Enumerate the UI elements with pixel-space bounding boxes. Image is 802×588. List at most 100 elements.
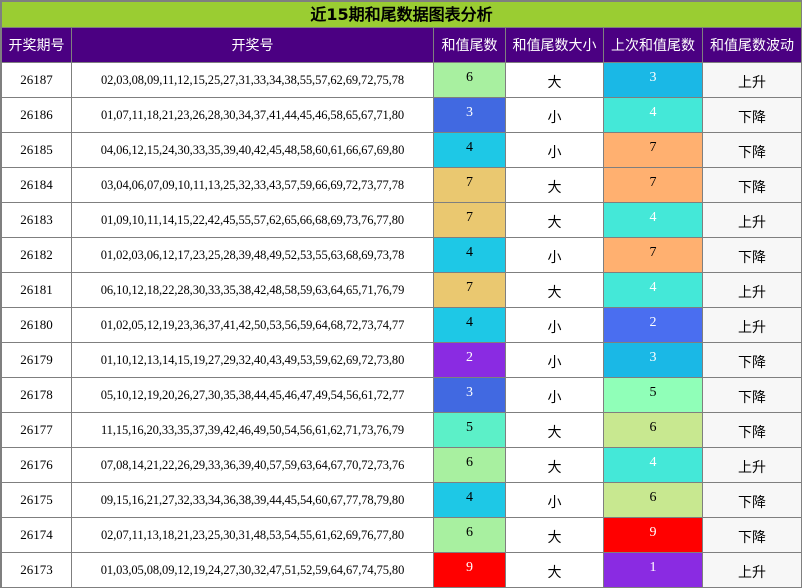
period-cell: 26183 bbox=[1, 202, 72, 238]
trend-cell: 上升 bbox=[702, 447, 802, 483]
header-trend: 和值尾数波动 bbox=[702, 27, 802, 63]
table-row: 26182 01,02,03,06,12,17,23,25,28,39,48,49… bbox=[1, 237, 802, 273]
period-cell: 26178 bbox=[1, 377, 72, 413]
period-cell: 26176 bbox=[1, 447, 72, 483]
period-cell: 26177 bbox=[1, 412, 72, 448]
size-cell: 大 bbox=[505, 272, 604, 308]
prev-tail-cell: 9 bbox=[603, 517, 703, 553]
size-cell: 小 bbox=[505, 342, 604, 378]
period-cell: 26185 bbox=[1, 132, 72, 168]
title-row: 近15期和尾数据图表分析 bbox=[1, 1, 802, 28]
trend-cell: 下降 bbox=[702, 412, 802, 448]
size-cell: 大 bbox=[505, 517, 604, 553]
trend-cell: 上升 bbox=[702, 202, 802, 238]
prev-tail-cell: 7 bbox=[603, 132, 703, 168]
header-row: 开奖期号 开奖号 和值尾数 和值尾数大小 上次和值尾数 和值尾数波动 bbox=[1, 27, 802, 63]
table-row: 26183 01,09,10,11,14,15,22,42,45,55,57,62… bbox=[1, 202, 802, 238]
size-cell: 大 bbox=[505, 412, 604, 448]
table-row: 26175 09,15,16,21,27,32,33,34,36,38,39,44… bbox=[1, 482, 802, 518]
numbers-cell: 07,08,14,21,22,26,29,33,36,39,40,57,59,6… bbox=[71, 447, 434, 483]
tail-cell: 6 bbox=[433, 447, 506, 483]
prev-tail-cell: 3 bbox=[603, 62, 703, 98]
period-cell: 26182 bbox=[1, 237, 72, 273]
numbers-cell: 09,15,16,21,27,32,33,34,36,38,39,44,45,5… bbox=[71, 482, 434, 518]
tail-cell: 6 bbox=[433, 62, 506, 98]
size-cell: 大 bbox=[505, 62, 604, 98]
period-cell: 26175 bbox=[1, 482, 72, 518]
period-cell: 26187 bbox=[1, 62, 72, 98]
header-period: 开奖期号 bbox=[1, 27, 72, 63]
table-row: 26178 05,10,12,19,20,26,27,30,35,38,44,45… bbox=[1, 377, 802, 413]
period-cell: 26181 bbox=[1, 272, 72, 308]
period-cell: 26174 bbox=[1, 517, 72, 553]
size-cell: 大 bbox=[505, 552, 604, 588]
header-size: 和值尾数大小 bbox=[505, 27, 604, 63]
period-cell: 26180 bbox=[1, 307, 72, 343]
trend-cell: 上升 bbox=[702, 272, 802, 308]
prev-tail-cell: 1 bbox=[603, 552, 703, 588]
chart-table-container: 近15期和尾数据图表分析 开奖期号 开奖号 和值尾数 和值尾数大小 上次和值尾数… bbox=[0, 0, 802, 588]
tail-cell: 4 bbox=[433, 482, 506, 518]
trend-cell: 上升 bbox=[702, 62, 802, 98]
table-title: 近15期和尾数据图表分析 bbox=[1, 1, 802, 28]
tail-cell: 6 bbox=[433, 517, 506, 553]
header-tail: 和值尾数 bbox=[433, 27, 506, 63]
prev-tail-cell: 4 bbox=[603, 202, 703, 238]
size-cell: 小 bbox=[505, 97, 604, 133]
tail-cell: 2 bbox=[433, 342, 506, 378]
period-cell: 26179 bbox=[1, 342, 72, 378]
prev-tail-cell: 4 bbox=[603, 97, 703, 133]
prev-tail-cell: 2 bbox=[603, 307, 703, 343]
trend-cell: 下降 bbox=[702, 342, 802, 378]
table-row: 26181 06,10,12,18,22,28,30,33,35,38,42,48… bbox=[1, 272, 802, 308]
table-row: 26179 01,10,12,13,14,15,19,27,29,32,40,43… bbox=[1, 342, 802, 378]
size-cell: 大 bbox=[505, 167, 604, 203]
prev-tail-cell: 4 bbox=[603, 272, 703, 308]
table-row: 26174 02,07,11,13,18,21,23,25,30,31,48,53… bbox=[1, 517, 802, 553]
size-cell: 小 bbox=[505, 377, 604, 413]
numbers-cell: 11,15,16,20,33,35,37,39,42,46,49,50,54,5… bbox=[71, 412, 434, 448]
tail-cell: 7 bbox=[433, 167, 506, 203]
size-cell: 大 bbox=[505, 447, 604, 483]
size-cell: 小 bbox=[505, 482, 604, 518]
trend-cell: 下降 bbox=[702, 97, 802, 133]
numbers-cell: 04,06,12,15,24,30,33,35,39,40,42,45,48,5… bbox=[71, 132, 434, 168]
table-row: 26177 11,15,16,20,33,35,37,39,42,46,49,50… bbox=[1, 412, 802, 448]
table-row: 26184 03,04,06,07,09,10,11,13,25,32,33,43… bbox=[1, 167, 802, 203]
trend-cell: 下降 bbox=[702, 132, 802, 168]
table-row: 26185 04,06,12,15,24,30,33,35,39,40,42,45… bbox=[1, 132, 802, 168]
numbers-cell: 05,10,12,19,20,26,27,30,35,38,44,45,46,4… bbox=[71, 377, 434, 413]
size-cell: 大 bbox=[505, 202, 604, 238]
trend-cell: 上升 bbox=[702, 552, 802, 588]
numbers-cell: 01,09,10,11,14,15,22,42,45,55,57,62,65,6… bbox=[71, 202, 434, 238]
trend-cell: 下降 bbox=[702, 237, 802, 273]
numbers-cell: 01,03,05,08,09,12,19,24,27,30,32,47,51,5… bbox=[71, 552, 434, 588]
trend-cell: 下降 bbox=[702, 167, 802, 203]
prev-tail-cell: 5 bbox=[603, 377, 703, 413]
numbers-cell: 02,03,08,09,11,12,15,25,27,31,33,34,38,5… bbox=[71, 62, 434, 98]
table-row: 26187 02,03,08,09,11,12,15,25,27,31,33,34… bbox=[1, 62, 802, 98]
trend-cell: 下降 bbox=[702, 517, 802, 553]
size-cell: 小 bbox=[505, 132, 604, 168]
table-row: 26173 01,03,05,08,09,12,19,24,27,30,32,47… bbox=[1, 552, 802, 588]
prev-tail-cell: 7 bbox=[603, 237, 703, 273]
prev-tail-cell: 6 bbox=[603, 482, 703, 518]
numbers-cell: 01,02,05,12,19,23,36,37,41,42,50,53,56,5… bbox=[71, 307, 434, 343]
numbers-cell: 06,10,12,18,22,28,30,33,35,38,42,48,58,5… bbox=[71, 272, 434, 308]
period-cell: 26186 bbox=[1, 97, 72, 133]
tail-cell: 4 bbox=[433, 132, 506, 168]
tail-cell: 5 bbox=[433, 412, 506, 448]
numbers-cell: 01,10,12,13,14,15,19,27,29,32,40,43,49,5… bbox=[71, 342, 434, 378]
size-cell: 小 bbox=[505, 237, 604, 273]
tail-cell: 7 bbox=[433, 272, 506, 308]
numbers-cell: 01,07,11,18,21,23,26,28,30,34,37,41,44,4… bbox=[71, 97, 434, 133]
prev-tail-cell: 6 bbox=[603, 412, 703, 448]
numbers-cell: 01,02,03,06,12,17,23,25,28,39,48,49,52,5… bbox=[71, 237, 434, 273]
prev-tail-cell: 7 bbox=[603, 167, 703, 203]
tail-cell: 4 bbox=[433, 307, 506, 343]
size-cell: 小 bbox=[505, 307, 604, 343]
table-row: 26180 01,02,05,12,19,23,36,37,41,42,50,53… bbox=[1, 307, 802, 343]
table-row: 26176 07,08,14,21,22,26,29,33,36,39,40,57… bbox=[1, 447, 802, 483]
header-prev-tail: 上次和值尾数 bbox=[603, 27, 703, 63]
trend-cell: 下降 bbox=[702, 377, 802, 413]
